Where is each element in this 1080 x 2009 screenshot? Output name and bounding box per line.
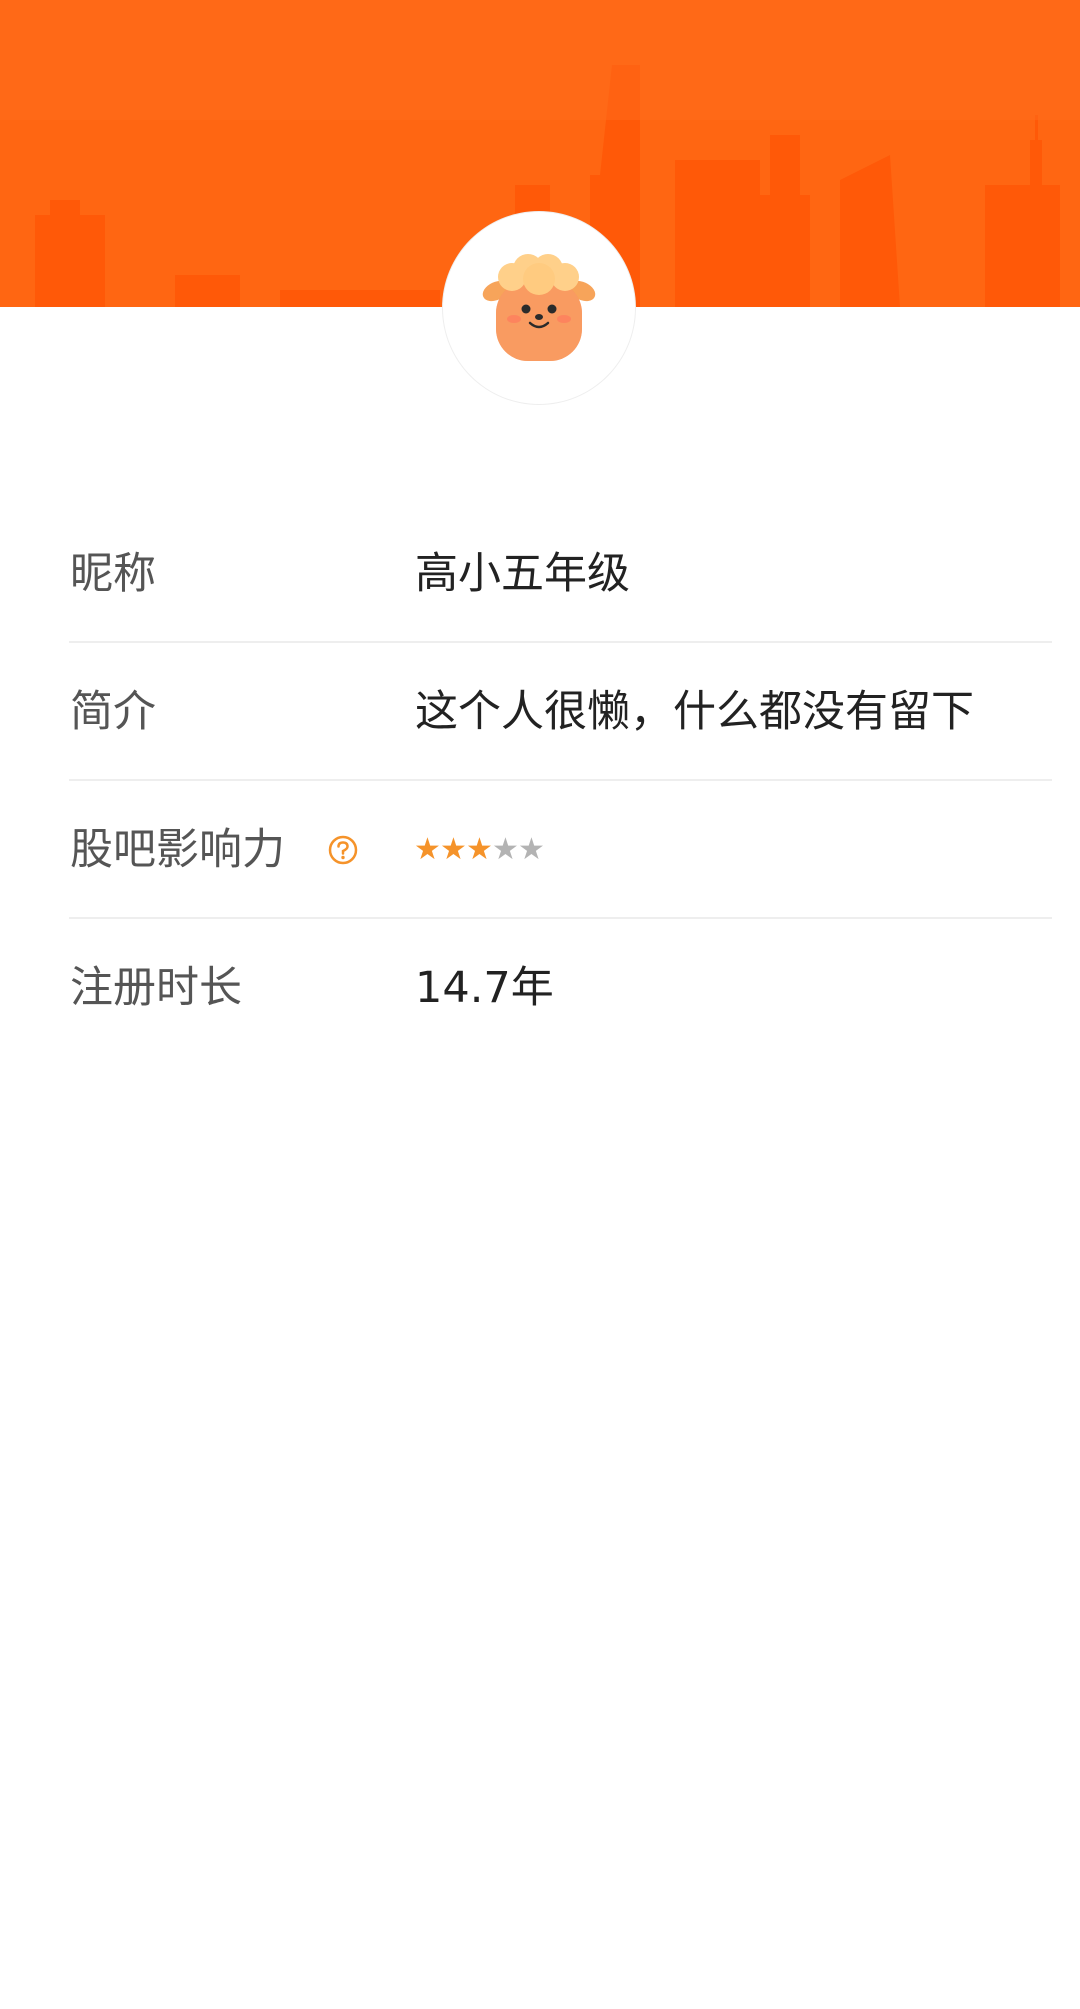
bio-row: 简介 这个人很懒，什么都没有留下 — [69, 643, 1052, 781]
star-empty-icon: ★ — [492, 832, 519, 867]
nickname-row: 昵称 高小五年级 — [69, 505, 1052, 643]
influence-row: 股吧影响力 ★ ★ ★ ★ ★ — [69, 781, 1052, 919]
star-filled-icon: ★ — [466, 832, 493, 867]
nickname-value: 高小五年级 — [415, 549, 630, 599]
avatar[interactable] — [443, 212, 635, 404]
sheep-avatar-icon — [482, 254, 596, 361]
nickname-label: 昵称 — [70, 549, 156, 599]
question-circle-icon[interactable] — [328, 835, 358, 865]
bio-label: 简介 — [70, 687, 156, 737]
profile-page: 昵称 高小五年级 简介 这个人很懒，什么都没有留下 股吧影响力 ★ ★ ★ ★ ★ 注册… — [0, 0, 1080, 2009]
registration-row: 注册时长 14.7年 — [69, 919, 1052, 1057]
bio-value: 这个人很懒，什么都没有留下 — [415, 687, 974, 737]
influence-label: 股吧影响力 — [70, 825, 285, 875]
registration-label: 注册时长 — [70, 963, 242, 1013]
influence-rating: ★ ★ ★ ★ ★ — [414, 831, 545, 869]
profile-info-list: 昵称 高小五年级 简介 这个人很懒，什么都没有留下 股吧影响力 ★ ★ ★ ★ ★ 注册… — [69, 505, 1052, 1057]
registration-value: 14.7年 — [415, 963, 554, 1013]
star-filled-icon: ★ — [440, 832, 467, 867]
star-empty-icon: ★ — [518, 832, 545, 867]
star-filled-icon: ★ — [414, 832, 441, 867]
